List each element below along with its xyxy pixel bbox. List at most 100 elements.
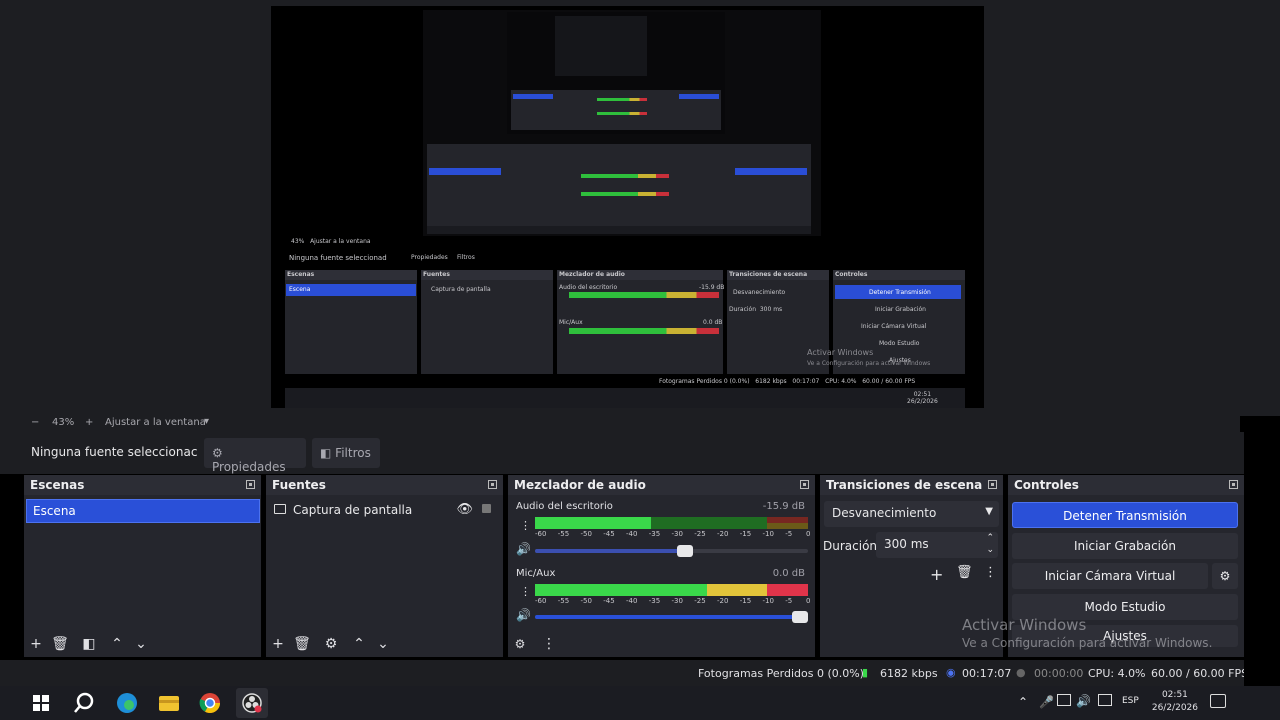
- properties-label: Propiedades: [212, 460, 286, 474]
- gear-icon[interactable]: ⚙: [511, 635, 529, 653]
- filter-icon[interactable]: ◧: [80, 635, 98, 653]
- filters-button[interactable]: ◧ Filtros: [312, 438, 380, 468]
- spin-buttons-icon[interactable]: ⌃ ⌄: [986, 532, 994, 556]
- nested-no-source: Ninguna fuente seleccionad: [289, 254, 387, 262]
- camera-tray-icon[interactable]: [1057, 694, 1071, 706]
- preview-area[interactable]: 43% Ajustar a la ventana Ninguna fuente …: [0, 0, 1280, 416]
- language-indicator[interactable]: ESP: [1122, 696, 1139, 706]
- kebab-menu-icon[interactable]: ⋮: [520, 585, 531, 598]
- start-recording-button[interactable]: Iniciar Grabación: [1012, 533, 1238, 559]
- scale-tick-label: -15: [739, 530, 752, 538]
- scale-tick-label: -10: [762, 597, 774, 605]
- preview-canvas[interactable]: 43% Ajustar a la ventana Ninguna fuente …: [271, 6, 984, 408]
- volume-slider[interactable]: [535, 545, 808, 557]
- zoom-fit-label[interactable]: Ajustar a la ventana: [105, 417, 206, 428]
- stream-icon: ◉: [946, 666, 956, 679]
- bitrate: 6182 kbps: [880, 667, 938, 680]
- properties-button[interactable]: ⚙ Propiedades: [204, 438, 306, 474]
- notification-icon[interactable]: [1210, 694, 1226, 708]
- scale-tick-label: -40: [626, 530, 638, 538]
- lock-icon[interactable]: [482, 504, 491, 513]
- scene-item[interactable]: Escena: [26, 499, 260, 523]
- microphone-icon[interactable]: 🎤: [1039, 695, 1054, 709]
- file-explorer-icon[interactable]: [157, 691, 181, 715]
- volume-slider[interactable]: [535, 611, 808, 623]
- nested-ctrl-title: Controles: [835, 271, 868, 278]
- dock-float-icon[interactable]: [1229, 480, 1238, 489]
- status-bar: Fotogramas Perdidos 0 (0.0%) ▮ 6182 kbps…: [0, 660, 1248, 686]
- trash-icon[interactable]: 🗑: [51, 635, 69, 653]
- activation-watermark-subtitle: Ve a Configuración para activar Windows.: [962, 636, 1213, 650]
- mixer-title: Mezclador de audio: [508, 475, 815, 495]
- windows-start-icon[interactable]: [33, 695, 49, 711]
- nested-preview-level3: [507, 12, 725, 134]
- add-transition-icon[interactable]: +: [930, 565, 943, 584]
- clock-time: 02:51: [1161, 690, 1188, 700]
- trash-icon[interactable]: 🗑: [956, 565, 973, 580]
- scale-tick-label: 0: [806, 597, 811, 605]
- nested-vcam: Iniciar Cámara Virtual: [861, 323, 927, 330]
- kebab-menu-icon[interactable]: ⋮: [520, 519, 531, 532]
- dock-float-icon[interactable]: [246, 480, 255, 489]
- scale-tick-label: -5: [785, 530, 793, 538]
- dock-float-icon[interactable]: [488, 480, 497, 489]
- monitor-icon: [274, 504, 286, 514]
- duration-label: Duración: [823, 539, 878, 553]
- source-item[interactable]: Captura de pantalla 👁: [274, 502, 495, 521]
- activation-watermark-title: Activar Windows: [962, 616, 1087, 634]
- nested-filters: Filtros: [457, 254, 475, 261]
- scale-tick-label: -40: [626, 597, 638, 605]
- search-icon[interactable]: [73, 691, 97, 715]
- chevron-down-icon[interactable]: ⌄: [132, 635, 150, 653]
- zoom-dropdown-icon[interactable]: ▾: [204, 416, 209, 427]
- chevron-down-icon[interactable]: ⌄: [374, 635, 392, 653]
- zoom-out-button[interactable]: −: [31, 417, 39, 428]
- audio-meter: [535, 517, 808, 529]
- dock-float-icon[interactable]: [988, 480, 997, 489]
- scale-tick-label: -50: [580, 530, 592, 538]
- nested-taskbar: [285, 388, 965, 408]
- dock-float-icon[interactable]: [800, 480, 809, 489]
- windows-taskbar: ⌃ 🎤 🔊 ESP 02:51 26/2/2026: [0, 686, 1280, 720]
- add-source-icon[interactable]: +: [269, 635, 287, 653]
- nested-db2: 0.0 dB: [703, 319, 723, 326]
- gear-icon[interactable]: ⚙: [322, 635, 340, 653]
- add-scene-icon[interactable]: +: [27, 635, 45, 653]
- scale-tick-label: 0: [806, 530, 811, 538]
- speaker-icon[interactable]: 🔊: [516, 608, 531, 622]
- scale-tick-label: -50: [580, 597, 592, 605]
- trash-icon[interactable]: 🗑: [293, 635, 311, 653]
- start-virtual-cam-button[interactable]: Iniciar Cámara Virtual: [1012, 563, 1208, 589]
- stream-time: 00:17:07: [962, 667, 1012, 680]
- obs-taskbar-button[interactable]: [236, 688, 268, 718]
- chrome-icon[interactable]: [198, 691, 222, 715]
- clock[interactable]: 02:51 26/2/2026: [1152, 689, 1198, 715]
- duration-input[interactable]: 300 ms ⌃ ⌄: [876, 532, 998, 558]
- nested-sources-title: Fuentes: [423, 271, 450, 278]
- kebab-menu-icon[interactable]: ⋮: [984, 565, 997, 580]
- speaker-icon[interactable]: 🔊: [516, 542, 531, 556]
- channel-db: 0.0 dB: [772, 568, 805, 579]
- scenes-title: Escenas: [24, 475, 261, 495]
- scale-tick-label: -25: [694, 597, 706, 605]
- channel-db: -15.9 dB: [762, 501, 805, 512]
- kebab-menu-icon[interactable]: ⋮: [540, 635, 558, 653]
- nested-trans-title: Transiciones de escena: [729, 271, 808, 278]
- zoom-in-button[interactable]: +: [85, 417, 93, 428]
- chevron-up-icon[interactable]: ⌃: [350, 635, 368, 653]
- nested-duration: Duración 300 ms: [729, 306, 783, 313]
- chevron-up-icon[interactable]: ⌃: [108, 635, 126, 653]
- transition-select[interactable]: Desvanecimiento ▼: [824, 501, 999, 527]
- scale-tick-label: -30: [671, 530, 683, 538]
- stop-stream-button[interactable]: Detener Transmisión: [1012, 502, 1238, 528]
- eye-icon[interactable]: 👁: [456, 502, 473, 517]
- volume-icon[interactable]: 🔊: [1076, 694, 1091, 708]
- channel-name: Audio del escritorio: [516, 501, 613, 512]
- meter-scale: -60 -55 -50 -45 -40 -35 -30 -25 -20 -15 -10 -5 0: [535, 530, 815, 540]
- record-time: 00:00:00: [1034, 667, 1084, 680]
- virtual-cam-settings-button[interactable]: ⚙: [1212, 563, 1238, 589]
- network-icon[interactable]: [1098, 694, 1112, 706]
- gear-icon: ⚙: [212, 446, 223, 460]
- tray-chevron-icon[interactable]: ⌃: [1018, 695, 1028, 709]
- edge-icon[interactable]: [115, 691, 139, 715]
